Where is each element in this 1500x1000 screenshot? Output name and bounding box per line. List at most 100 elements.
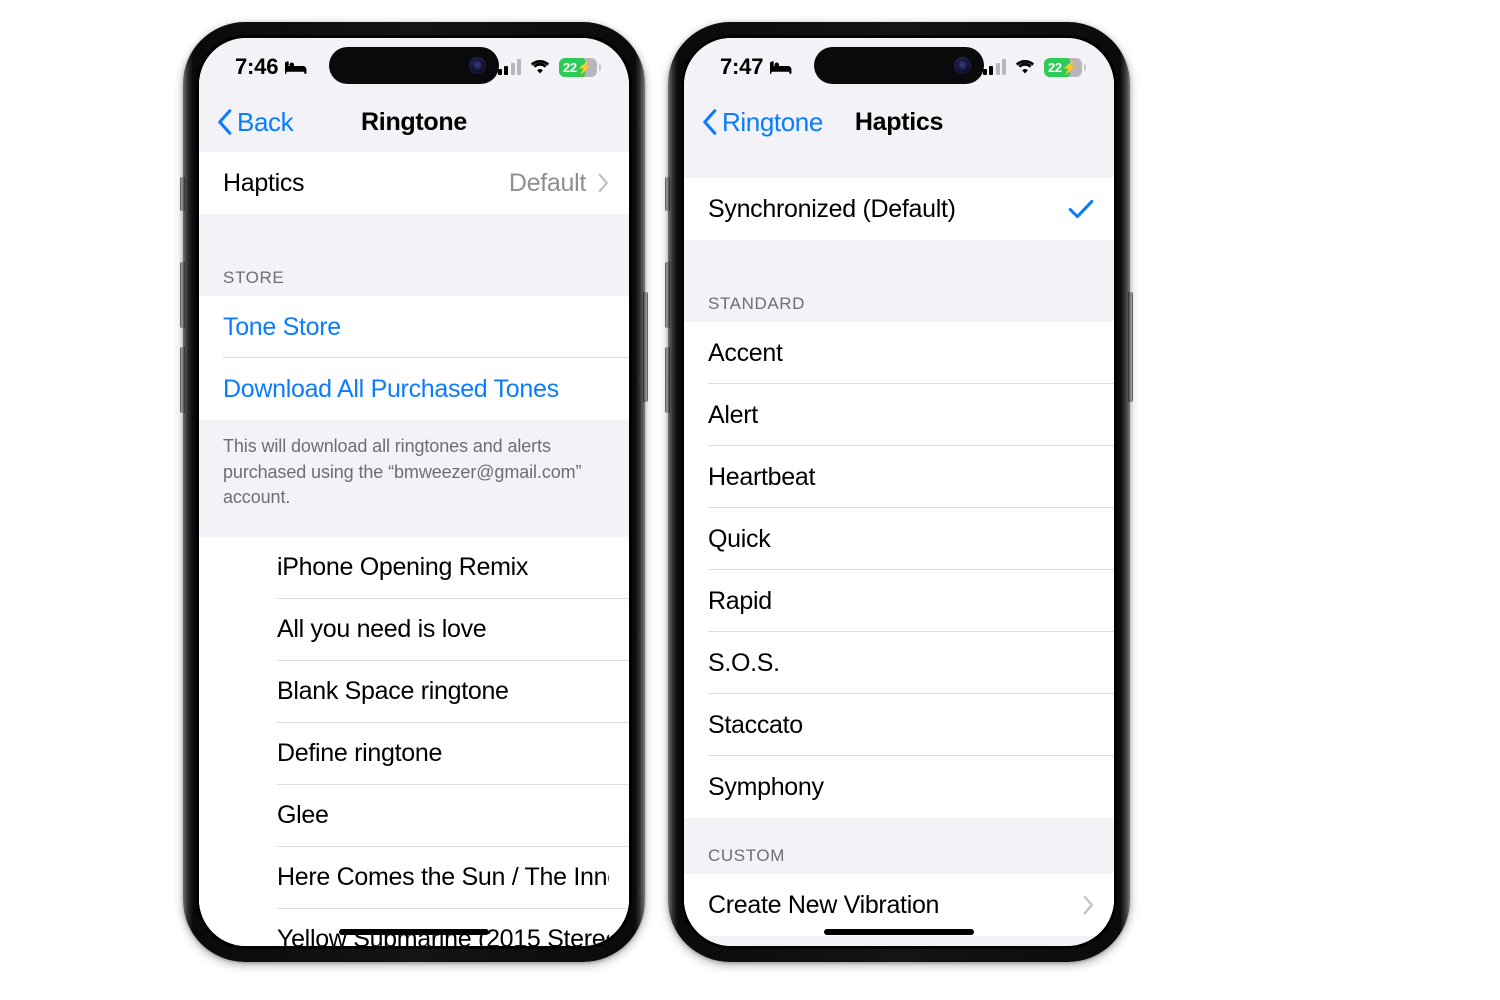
front-camera-icon <box>469 57 486 74</box>
cellular-signal-icon <box>497 59 521 75</box>
volume-up-button[interactable] <box>665 262 670 328</box>
chevron-right-icon <box>598 173 608 193</box>
page-title: Ringtone <box>361 107 467 136</box>
list-item[interactable]: Quick <box>684 508 1114 570</box>
tone-label: Here Comes the Sun / The Inner… <box>277 863 609 892</box>
iphone-device-ringtone: 7:46 22 ⚡ Back Ringtone Haptics Default … <box>180 22 648 962</box>
battery-percent: 22 <box>563 59 577 75</box>
battery-cap <box>1083 63 1086 71</box>
standard-haptics-group: Accent Alert Heartbeat Quick Rapid S.O.S… <box>684 322 1114 818</box>
list-item[interactable]: Alert <box>684 384 1114 446</box>
chevron-left-icon <box>218 109 232 135</box>
haptic-label: Quick <box>708 524 771 553</box>
haptics-group: Haptics Default <box>199 152 629 214</box>
default-haptic-group: Synchronized (Default) <box>684 178 1114 240</box>
lightning-bolt-icon: ⚡ <box>576 59 594 75</box>
row-synchronized-default[interactable]: Synchronized (Default) <box>684 178 1114 240</box>
store-footer-note: This will download all ringtones and ale… <box>199 420 629 537</box>
list-item[interactable]: Staccato <box>684 694 1114 756</box>
screenshot-canvas: 7:46 22 ⚡ Back Ringtone Haptics Default … <box>0 0 1500 1000</box>
row-synchronized-label: Synchronized (Default) <box>708 194 956 223</box>
store-group: Tone Store Download All Purchased Tones <box>199 296 629 420</box>
wifi-icon <box>1015 60 1035 74</box>
back-button[interactable]: Ringtone <box>702 107 823 138</box>
haptic-label: Staccato <box>708 710 803 739</box>
row-haptics[interactable]: Haptics Default <box>199 152 629 214</box>
haptic-label: Heartbeat <box>708 462 816 491</box>
list-item[interactable]: Define ringtone <box>199 722 629 785</box>
tone-label: Define ringtone <box>277 739 443 768</box>
nav-bar: Back Ringtone <box>199 92 629 152</box>
haptic-label: Alert <box>708 400 758 429</box>
status-bar-left: 7:46 <box>235 50 307 80</box>
checkmark-icon <box>1068 199 1094 219</box>
back-button[interactable]: Back <box>217 106 294 138</box>
battery-percent: 22 <box>1048 59 1062 75</box>
screen-ringtone: 7:46 22 ⚡ Back Ringtone Haptics Default … <box>199 38 629 946</box>
battery-indicator: 22 ⚡ <box>559 57 601 77</box>
bed-icon <box>770 60 792 74</box>
list-item[interactable]: Symphony <box>684 756 1114 818</box>
device-bezel: 7:47 22 ⚡ Ringtone Haptics Synchronized … <box>681 35 1117 949</box>
volume-down-button[interactable] <box>180 347 185 413</box>
status-bar-right: 22 ⚡ <box>982 54 1086 77</box>
status-bar: 7:47 22 ⚡ <box>684 38 1114 92</box>
status-bar-right: 22 ⚡ <box>497 54 601 77</box>
list-item[interactable]: Glee <box>199 784 629 847</box>
status-bar-left: 7:47 <box>720 50 792 80</box>
back-button-label: Ringtone <box>722 106 823 137</box>
haptic-label: S.O.S. <box>708 648 780 677</box>
row-tone-store[interactable]: Tone Store <box>199 296 629 358</box>
tone-label: All you need is love <box>277 615 487 644</box>
back-button-label: Back <box>237 106 294 137</box>
row-haptics-label: Haptics <box>223 168 305 197</box>
list-item[interactable]: Rapid <box>684 570 1114 632</box>
cellular-signal-icon <box>982 59 1006 75</box>
iphone-device-haptics: 7:47 22 ⚡ Ringtone Haptics Synchronized … <box>665 22 1133 962</box>
front-camera-icon <box>954 57 971 74</box>
list-item[interactable]: Accent <box>684 322 1114 384</box>
volume-up-button[interactable] <box>180 262 185 328</box>
dynamic-island <box>329 47 499 84</box>
tone-label: iPhone Opening Remix <box>277 553 529 582</box>
haptic-label: Accent <box>708 338 783 367</box>
list-item[interactable]: Here Comes the Sun / The Inner… <box>199 846 629 909</box>
page-title: Haptics <box>854 107 944 136</box>
list-item[interactable]: iPhone Opening Remix <box>199 536 629 599</box>
home-indicator[interactable] <box>824 929 974 935</box>
row-haptics-value: Default <box>508 168 586 197</box>
list-item[interactable]: S.O.S. <box>684 632 1114 694</box>
haptic-label: Symphony <box>708 772 824 801</box>
row-download-all-purchased-tones[interactable]: Download All Purchased Tones <box>199 358 629 420</box>
row-tone-store-label: Tone Store <box>223 312 341 341</box>
list-item[interactable]: Heartbeat <box>684 446 1114 508</box>
tone-label: Blank Space ringtone <box>277 677 509 706</box>
tone-label: Glee <box>277 801 329 830</box>
clock-time: 7:47 <box>720 54 764 79</box>
battery-cap <box>598 63 601 71</box>
volume-down-button[interactable] <box>665 347 670 413</box>
row-create-new-vibration-label: Create New Vibration <box>708 890 940 919</box>
home-indicator[interactable] <box>339 929 489 935</box>
section-header-standard: STANDARD <box>684 240 1114 322</box>
bed-icon <box>285 60 307 74</box>
list-item[interactable]: All you need is love <box>199 598 629 661</box>
settings-list-haptics[interactable]: Synchronized (Default) STANDARD Accent A… <box>684 152 1114 946</box>
list-item[interactable]: Yellow Submarine (2015 Stereo… <box>199 908 629 946</box>
battery-indicator: 22 ⚡ <box>1044 57 1086 77</box>
dynamic-island <box>814 47 984 84</box>
section-header-store: STORE <box>199 214 629 296</box>
silent-switch-button[interactable] <box>180 177 185 211</box>
lightning-bolt-icon: ⚡ <box>1061 59 1079 75</box>
section-header-custom: CUSTOM <box>684 818 1114 874</box>
haptic-label: Rapid <box>708 586 772 615</box>
chevron-right-icon <box>1083 895 1093 915</box>
settings-list-ringtone[interactable]: Haptics Default STORE Tone Store Downloa… <box>199 152 629 946</box>
list-item[interactable]: Blank Space ringtone <box>199 660 629 723</box>
row-create-new-vibration[interactable]: Create New Vibration <box>684 874 1114 936</box>
power-button[interactable] <box>643 292 648 402</box>
power-button[interactable] <box>1128 292 1133 402</box>
device-bezel: 7:46 22 ⚡ Back Ringtone Haptics Default … <box>196 35 632 949</box>
nav-bar: Ringtone Haptics <box>684 92 1114 152</box>
silent-switch-button[interactable] <box>665 177 670 211</box>
